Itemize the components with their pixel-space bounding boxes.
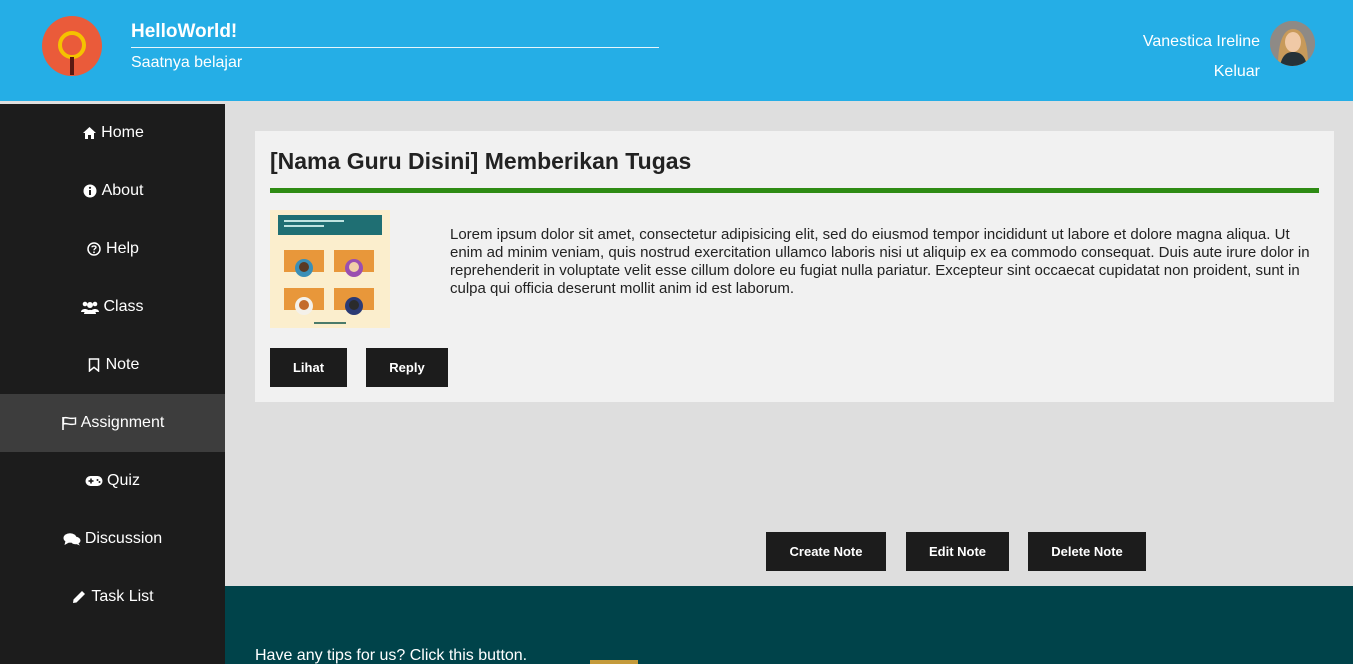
logo-stick xyxy=(70,57,74,75)
logout-link[interactable]: Keluar xyxy=(1214,63,1260,81)
app-logo[interactable] xyxy=(42,16,102,76)
sidebar-item-task-list[interactable]: Task List xyxy=(0,568,225,626)
users-icon xyxy=(81,299,100,315)
view-button[interactable]: Lihat xyxy=(270,348,347,387)
pencil-icon xyxy=(71,589,87,605)
sidebar-item-about[interactable]: About xyxy=(0,162,225,220)
footer: Have any tips for us? Click this button. xyxy=(225,586,1353,664)
sidebar-item-label: Note xyxy=(105,356,140,373)
logo-ring xyxy=(58,31,86,59)
sidebar: Home About Help Class Note Assignment Qu… xyxy=(0,104,225,664)
sidebar-item-note[interactable]: Note xyxy=(0,336,225,394)
sidebar-item-label: Home xyxy=(101,124,144,141)
brand-subtitle: Saatnya belajar xyxy=(131,54,243,71)
edit-note-button[interactable]: Edit Note xyxy=(906,532,1009,571)
sidebar-item-class[interactable]: Class xyxy=(0,278,225,336)
sidebar-item-label: Class xyxy=(103,298,144,315)
bookmark-icon xyxy=(86,357,102,373)
sidebar-item-label: Help xyxy=(106,240,139,257)
assignment-title: [Nama Guru Disini] Memberikan Tugas xyxy=(270,148,692,174)
sidebar-item-help[interactable]: Help xyxy=(0,220,225,278)
assignment-card: [Nama Guru Disini] Memberikan Tugas Lore… xyxy=(255,131,1334,402)
assignment-description: Lorem ipsum dolor sit amet, consectetur … xyxy=(450,226,1310,297)
footer-tip-text: Have any tips for us? Click this button. xyxy=(255,647,528,664)
tips-button[interactable] xyxy=(590,660,638,664)
create-note-button[interactable]: Create Note xyxy=(766,532,886,571)
sidebar-item-label: Assignment xyxy=(80,414,165,431)
flag-icon xyxy=(61,415,77,431)
help-icon xyxy=(86,241,102,257)
top-header: HelloWorld! Saatnya belajar Vanestica Ir… xyxy=(0,0,1353,101)
reply-button[interactable]: Reply xyxy=(366,348,448,387)
sidebar-item-discussion[interactable]: Discussion xyxy=(0,510,225,568)
delete-note-button[interactable]: Delete Note xyxy=(1028,532,1146,571)
avatar[interactable] xyxy=(1270,21,1315,66)
sidebar-item-assignment[interactable]: Assignment xyxy=(0,394,225,452)
sidebar-item-label: Discussion xyxy=(84,530,163,547)
sidebar-item-label: Quiz xyxy=(107,472,140,489)
sidebar-item-home[interactable]: Home xyxy=(0,104,225,162)
sidebar-item-label: About xyxy=(101,182,144,199)
title-divider xyxy=(270,188,1319,193)
info-icon xyxy=(82,183,98,199)
user-name: Vanestica Ireline xyxy=(1142,33,1260,50)
gamepad-icon xyxy=(85,473,103,489)
classroom-illustration xyxy=(270,210,390,328)
brand-divider xyxy=(131,47,659,48)
sidebar-item-quiz[interactable]: Quiz xyxy=(0,452,225,510)
home-icon xyxy=(81,125,97,141)
sidebar-item-label: Task List xyxy=(91,588,154,605)
brand-title: HelloWorld! xyxy=(131,21,238,42)
comments-icon xyxy=(63,531,81,547)
